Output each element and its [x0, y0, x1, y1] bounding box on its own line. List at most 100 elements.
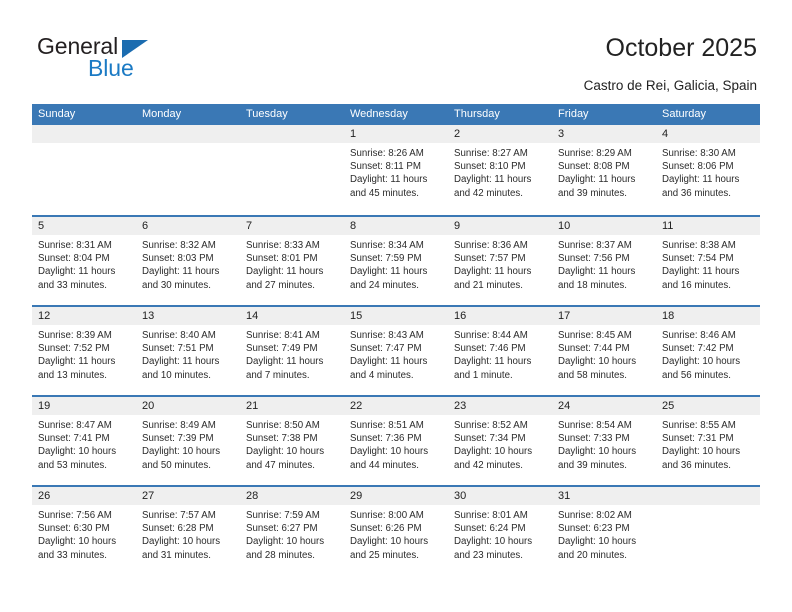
page-header: General Blue October 2025 Castro de Rei,…: [0, 0, 792, 100]
day-detail-line: and 31 minutes.: [142, 549, 211, 561]
day-cell[interactable]: 5 Sunrise: 8:31 AM Sunset: 8:04 PM Daylight…: [32, 217, 136, 305]
day-cell[interactable]: 29 Sunrise: 8:00 AM Sunset: 6:26 PM Dayligh…: [344, 487, 448, 575]
day-detail-line: Daylight: 11 hours: [246, 266, 324, 278]
day-cell[interactable]: 21 Sunrise: 8:50 AM Sunset: 7:38 PM Dayligh…: [240, 397, 344, 485]
location-subtitle: Castro de Rei, Galicia, Spain: [583, 78, 757, 93]
day-detail-line: Daylight: 11 hours: [454, 266, 532, 278]
day-number-band: 5: [32, 217, 136, 235]
day-cell[interactable]: 11 Sunrise: 8:38 AM Sunset: 7:54 PM Dayligh…: [656, 217, 760, 305]
day-number-band: 3: [552, 125, 656, 143]
weekday-header-sunday: Sunday: [38, 108, 76, 120]
day-cell[interactable]: 3 Sunrise: 8:29 AM Sunset: 8:08 PM Daylight…: [552, 125, 656, 215]
day-detail-line: Sunrise: 7:59 AM: [246, 510, 320, 521]
day-detail-line: Sunset: 7:36 PM: [350, 433, 422, 445]
day-cell[interactable]: 28 Sunrise: 7:59 AM Sunset: 6:27 PM Dayligh…: [240, 487, 344, 575]
day-number-band: 1: [344, 125, 448, 143]
day-cell[interactable]: 7 Sunrise: 8:33 AM Sunset: 8:01 PM Daylight…: [240, 217, 344, 305]
calendar-week-row: 1 Sunrise: 8:26 AM Sunset: 8:11 PM Daylight…: [32, 125, 760, 215]
day-number-band: [136, 125, 240, 143]
day-cell[interactable]: 26 Sunrise: 7:56 AM Sunset: 6:30 PM Dayligh…: [32, 487, 136, 575]
day-number: 23: [454, 400, 467, 412]
day-details: Sunrise: 8:49 AM Sunset: 7:39 PM Daylight:…: [136, 415, 240, 472]
day-cell[interactable]: 23 Sunrise: 8:52 AM Sunset: 7:34 PM Dayligh…: [448, 397, 552, 485]
day-cell[interactable]: 6 Sunrise: 8:32 AM Sunset: 8:03 PM Daylight…: [136, 217, 240, 305]
day-details: Sunrise: 7:59 AM Sunset: 6:27 PM Daylight:…: [240, 505, 344, 562]
day-number-band: 28: [240, 487, 344, 505]
day-number-band: 16: [448, 307, 552, 325]
day-cell[interactable]: 15 Sunrise: 8:43 AM Sunset: 7:47 PM Dayligh…: [344, 307, 448, 395]
day-detail-line: Sunrise: 8:49 AM: [142, 420, 216, 431]
day-detail-line: and 58 minutes.: [558, 369, 627, 381]
day-detail-line: Sunset: 7:44 PM: [558, 343, 630, 355]
day-number: 21: [246, 400, 259, 412]
day-detail-line: Sunrise: 8:32 AM: [142, 240, 216, 251]
day-cell[interactable]: 1 Sunrise: 8:26 AM Sunset: 8:11 PM Daylight…: [344, 125, 448, 215]
day-details: Sunrise: 8:51 AM Sunset: 7:36 PM Daylight:…: [344, 415, 448, 472]
day-detail-line: Sunset: 8:04 PM: [38, 253, 110, 265]
day-detail-line: Daylight: 11 hours: [662, 174, 740, 186]
day-detail-line: Daylight: 11 hours: [350, 266, 428, 278]
day-cell[interactable]: 10 Sunrise: 8:37 AM Sunset: 7:56 PM Dayligh…: [552, 217, 656, 305]
day-details: Sunrise: 8:01 AM Sunset: 6:24 PM Daylight:…: [448, 505, 552, 562]
day-detail-line: Daylight: 10 hours: [454, 446, 533, 458]
day-cell[interactable]: 30 Sunrise: 8:01 AM Sunset: 6:24 PM Dayligh…: [448, 487, 552, 575]
day-number-band: 29: [344, 487, 448, 505]
day-detail-line: Sunrise: 8:55 AM: [662, 420, 736, 431]
weekday-header-monday: Monday: [142, 108, 182, 120]
day-cell[interactable]: 20 Sunrise: 8:49 AM Sunset: 7:39 PM Dayligh…: [136, 397, 240, 485]
day-detail-line: Sunrise: 7:57 AM: [142, 510, 216, 521]
day-cell[interactable]: 25 Sunrise: 8:55 AM Sunset: 7:31 PM Dayligh…: [656, 397, 760, 485]
day-cell[interactable]: 16 Sunrise: 8:44 AM Sunset: 7:46 PM Dayligh…: [448, 307, 552, 395]
day-detail-line: and 47 minutes.: [246, 459, 315, 471]
day-detail-line: Sunrise: 8:26 AM: [350, 148, 424, 159]
day-detail-line: Daylight: 10 hours: [246, 536, 325, 548]
day-detail-line: Sunrise: 8:00 AM: [350, 510, 424, 521]
day-number-band: 10: [552, 217, 656, 235]
day-cell[interactable]: 19 Sunrise: 8:47 AM Sunset: 7:41 PM Dayligh…: [32, 397, 136, 485]
day-cell[interactable]: 22 Sunrise: 8:51 AM Sunset: 7:36 PM Dayligh…: [344, 397, 448, 485]
day-number: 13: [142, 310, 155, 322]
day-detail-line: and 36 minutes.: [662, 187, 731, 199]
day-detail-line: Daylight: 11 hours: [558, 174, 636, 186]
calendar-weeks: 1 Sunrise: 8:26 AM Sunset: 8:11 PM Daylight…: [32, 125, 760, 575]
day-number: 20: [142, 400, 155, 412]
day-detail-line: Daylight: 11 hours: [454, 356, 532, 368]
day-cell[interactable]: 18 Sunrise: 8:46 AM Sunset: 7:42 PM Dayligh…: [656, 307, 760, 395]
day-detail-line: Sunset: 7:47 PM: [350, 343, 422, 355]
day-detail-line: Daylight: 11 hours: [662, 266, 740, 278]
day-number: 15: [350, 310, 363, 322]
day-cell[interactable]: 8 Sunrise: 8:34 AM Sunset: 7:59 PM Daylight…: [344, 217, 448, 305]
day-cell[interactable]: 31 Sunrise: 8:02 AM Sunset: 6:23 PM Dayligh…: [552, 487, 656, 575]
day-number-band: 22: [344, 397, 448, 415]
day-detail-line: and 53 minutes.: [38, 459, 107, 471]
day-detail-line: Sunrise: 8:41 AM: [246, 330, 320, 341]
day-cell[interactable]: 2 Sunrise: 8:27 AM Sunset: 8:10 PM Daylight…: [448, 125, 552, 215]
day-number-band: 14: [240, 307, 344, 325]
day-cell[interactable]: 24 Sunrise: 8:54 AM Sunset: 7:33 PM Dayligh…: [552, 397, 656, 485]
day-cell[interactable]: 17 Sunrise: 8:45 AM Sunset: 7:44 PM Dayligh…: [552, 307, 656, 395]
day-cell[interactable]: 12 Sunrise: 8:39 AM Sunset: 7:52 PM Dayligh…: [32, 307, 136, 395]
calendar-page: General Blue October 2025 Castro de Rei,…: [0, 0, 792, 612]
day-cell[interactable]: 13 Sunrise: 8:40 AM Sunset: 7:51 PM Dayligh…: [136, 307, 240, 395]
day-detail-line: Sunrise: 7:56 AM: [38, 510, 112, 521]
day-cell[interactable]: 27 Sunrise: 7:57 AM Sunset: 6:28 PM Dayligh…: [136, 487, 240, 575]
day-cell[interactable]: 4 Sunrise: 8:30 AM Sunset: 8:06 PM Daylight…: [656, 125, 760, 215]
day-detail-line: and 39 minutes.: [558, 187, 627, 199]
calendar-week-row: 12 Sunrise: 8:39 AM Sunset: 7:52 PM Dayligh…: [32, 305, 760, 395]
day-details: Sunrise: 8:39 AM Sunset: 7:52 PM Daylight:…: [32, 325, 136, 382]
calendar-week-row: 5 Sunrise: 8:31 AM Sunset: 8:04 PM Daylight…: [32, 215, 760, 305]
day-detail-line: Sunset: 6:27 PM: [246, 523, 318, 535]
day-number: 3: [558, 128, 565, 140]
day-cell[interactable]: 14 Sunrise: 8:41 AM Sunset: 7:49 PM Dayligh…: [240, 307, 344, 395]
day-details: Sunrise: 8:47 AM Sunset: 7:41 PM Daylight:…: [32, 415, 136, 472]
day-detail-line: Daylight: 11 hours: [558, 266, 636, 278]
day-cell[interactable]: 9 Sunrise: 8:36 AM Sunset: 7:57 PM Daylight…: [448, 217, 552, 305]
day-number: 4: [662, 128, 669, 140]
general-blue-logo[interactable]: General Blue: [37, 33, 257, 85]
day-detail-line: Sunrise: 8:40 AM: [142, 330, 216, 341]
day-detail-line: Sunset: 7:46 PM: [454, 343, 526, 355]
day-detail-line: Sunrise: 8:34 AM: [350, 240, 424, 251]
day-detail-line: and 18 minutes.: [558, 279, 627, 291]
day-detail-line: Sunrise: 8:47 AM: [38, 420, 112, 431]
day-detail-line: and 4 minutes.: [350, 369, 414, 381]
